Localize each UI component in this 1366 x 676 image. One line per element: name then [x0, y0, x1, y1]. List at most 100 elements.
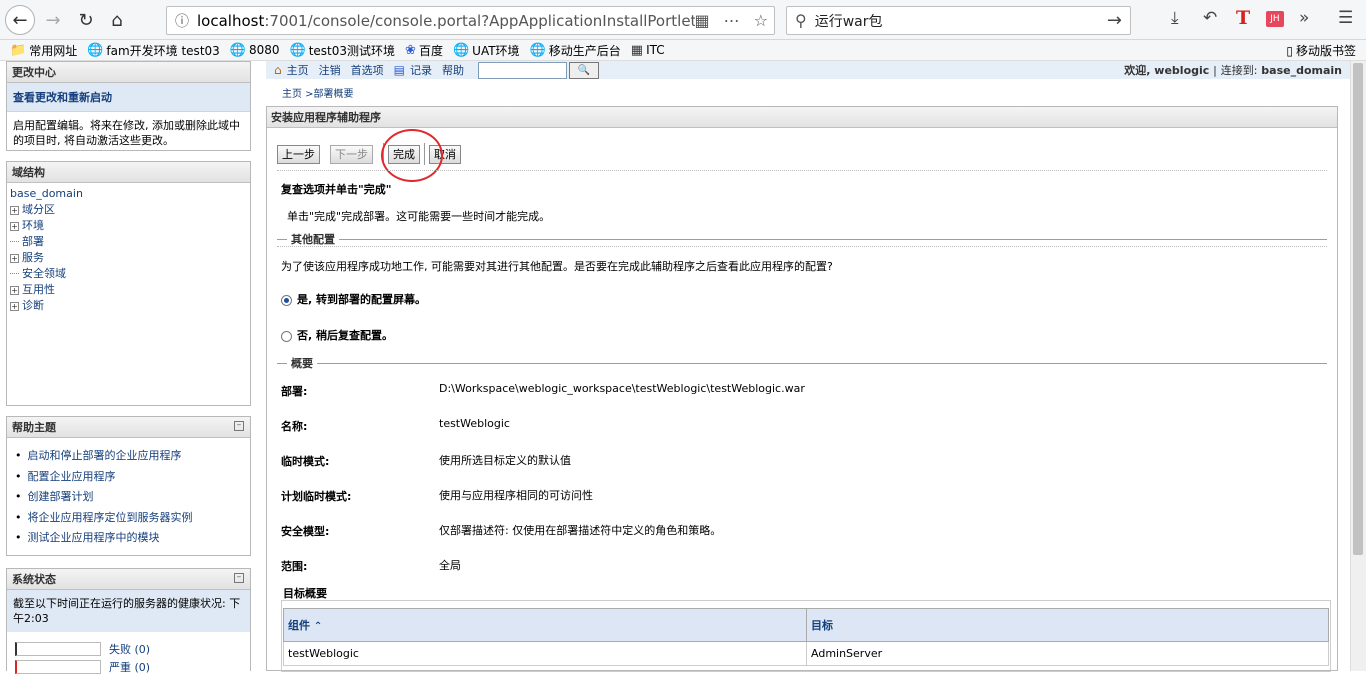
minimize-icon[interactable]: – — [234, 421, 244, 431]
mobile-bookmarks[interactable]: ▯ 移动版书签 — [1286, 42, 1356, 59]
console-search-button[interactable]: 🔍 — [568, 61, 599, 79]
next-button[interactable]: 下一步 — [330, 144, 373, 164]
summary-value: 使用与应用程序相同的可访问性 — [439, 489, 593, 502]
tree-node[interactable]: + 互用性 — [10, 282, 247, 298]
other-config-section: 其他配置 — [277, 231, 1327, 247]
qr-icon[interactable]: ▦ — [695, 11, 710, 30]
tree-node[interactable]: + 诊断 — [10, 298, 247, 314]
summary-title: 概要 — [291, 357, 313, 370]
help-link[interactable]: 启动和停止部署的企业应用程序 — [15, 446, 246, 467]
t-icon[interactable]: T — [1236, 7, 1250, 29]
summary-value: 仅部署描述符: 仅使用在部署描述符中定义的角色和策略。 — [439, 524, 722, 537]
expand-icon[interactable]: + — [10, 205, 19, 215]
tree-node[interactable]: 部署 — [10, 234, 247, 250]
bookmark-item[interactable]: 🌐 fam开发环境 test03 — [87, 42, 220, 59]
system-status-title: 系统状态 — [12, 573, 56, 586]
expand-icon[interactable]: + — [10, 301, 19, 311]
radio-yes-option[interactable]: 是, 转到部署的配置屏幕。 — [281, 291, 426, 307]
nav-home[interactable]: 主页 — [287, 62, 309, 78]
dotted-divider — [277, 246, 1327, 247]
bookmark-item[interactable]: 📁 常用网址 — [10, 42, 77, 59]
arrow-right-icon[interactable]: → — [1107, 10, 1122, 31]
nav-record[interactable]: 记录 — [410, 62, 432, 78]
breadcrumb[interactable]: 主页 >部署概要 — [282, 85, 354, 100]
home-icon: ⌂ — [274, 63, 282, 77]
help-link[interactable]: 配置企业应用程序 — [15, 467, 246, 488]
bookmark-item[interactable]: 🌐 移动生产后台 — [530, 42, 621, 59]
paw-icon: ❀ — [405, 42, 416, 58]
summary-label: 临时模式: — [281, 455, 330, 468]
console-search-input[interactable] — [477, 61, 567, 79]
forward-icon[interactable]: → — [38, 5, 68, 35]
summary-label: 范围: — [281, 560, 308, 573]
vertical-scrollbar[interactable] — [1350, 61, 1366, 671]
help-link[interactable]: 将企业应用程序定位到服务器实例 — [15, 508, 246, 529]
more-icon[interactable]: ⋯ — [724, 11, 740, 30]
review-subtext: 单击"完成"完成部署。这可能需要一些时间才能完成。 — [287, 210, 551, 223]
url-path: :7001/console/console.portal?AppApplicat… — [264, 11, 714, 30]
table-cell: testWeblogic — [283, 641, 807, 666]
change-center-panel: 更改中心 查看更改和重新启动 启用配置编辑。将来在修改, 添加或删除此域中的项目… — [6, 61, 251, 151]
summary-value: testWeblogic — [439, 417, 510, 430]
bookmark-item[interactable]: 🌐 UAT环境 — [453, 42, 520, 59]
radio-yes[interactable] — [281, 294, 292, 306]
health-link[interactable]: 失败 (0) — [109, 641, 150, 657]
scroll-thumb[interactable] — [1353, 63, 1363, 555]
info-icon[interactable]: ⓘ — [175, 11, 189, 31]
star-icon[interactable]: ☆ — [754, 11, 768, 30]
download-icon[interactable]: ⤓ — [1171, 8, 1179, 28]
tree-node[interactable]: + 域分区 — [10, 202, 247, 218]
record-icon: ▤ — [393, 63, 405, 77]
bookmark-item[interactable]: ▦ ITC — [631, 43, 665, 58]
help-link[interactable]: 测试企业应用程序中的模块 — [15, 528, 246, 549]
summary-label: 安全模型: — [281, 525, 330, 538]
home-icon[interactable]: ⌂ — [102, 5, 132, 35]
system-status-text: 截至以下时间正在运行的服务器的健康状况: 下午2:03 — [7, 590, 250, 632]
bookmark-item[interactable]: ❀ 百度 — [405, 42, 443, 59]
expand-icon[interactable]: + — [10, 285, 19, 295]
tree-node[interactable]: + 环境 — [10, 218, 247, 234]
wizard-title: 安装应用程序辅助程序 — [267, 107, 1337, 128]
undo-icon[interactable]: ↶ — [1203, 8, 1217, 28]
radio-no-option[interactable]: 否, 稍后复查配置。 — [281, 327, 393, 343]
expand-icon[interactable]: + — [10, 221, 19, 231]
jh-icon[interactable]: JH — [1266, 11, 1284, 27]
help-topics-title: 帮助主题 — [12, 421, 56, 434]
install-wizard-panel: 安装应用程序辅助程序 上一步 下一步 完成 取消 复查选项并单击"完成" 单击"… — [266, 106, 1338, 672]
summary-value: 全局 — [439, 559, 461, 572]
reload-icon[interactable]: ↻ — [71, 5, 101, 35]
tree-node[interactable]: + 服务 — [10, 250, 247, 266]
bookmark-item[interactable]: 🌐 test03测试环境 — [290, 42, 396, 59]
minimize-icon[interactable]: – — [234, 573, 244, 583]
tree-root-base-domain[interactable]: base_domain — [10, 186, 247, 202]
radio-no[interactable] — [281, 330, 292, 342]
back-button[interactable]: 上一步 — [277, 144, 320, 164]
menu-icon[interactable]: ☰ — [1338, 8, 1353, 28]
health-link[interactable]: 严重 (0) — [109, 659, 150, 675]
highlight-circle — [381, 129, 443, 182]
bookmark-item[interactable]: 🌐 8080 — [230, 43, 280, 58]
chevrons-icon[interactable]: » — [1299, 8, 1309, 28]
view-changes-link[interactable]: 查看更改和重新启动 — [7, 83, 250, 112]
help-link[interactable]: 创建部署计划 — [15, 487, 246, 508]
url-bar[interactable]: ⓘ localhost:7001/console/console.portal?… — [166, 6, 775, 35]
back-icon[interactable]: ← — [5, 5, 35, 35]
dotted-divider — [277, 170, 1327, 171]
search-value: 运行war包 — [814, 13, 883, 30]
sort-icon[interactable]: ⌃ — [314, 621, 322, 632]
nav-preferences[interactable]: 首选项 — [351, 62, 384, 78]
table-header-row: 组件 ⌃ 目标 — [283, 608, 1329, 642]
search-icon: ⚲ — [795, 11, 807, 30]
nav-logout[interactable]: 注销 — [319, 62, 341, 78]
help-topics-list: 启动和停止部署的企业应用程序 配置企业应用程序 创建部署计划 将企业应用程序定位… — [7, 438, 250, 551]
column-header-component[interactable]: 组件 ⌃ — [283, 608, 807, 642]
health-row-failed: 失败 (0) — [15, 640, 250, 658]
nav-help[interactable]: 帮助 — [442, 62, 464, 78]
tree-node[interactable]: 安全领域 — [10, 266, 247, 282]
expand-icon[interactable]: + — [10, 253, 19, 263]
search-input[interactable]: ⚲ 运行war包 → — [786, 6, 1131, 35]
column-header-target[interactable]: 目标 — [806, 608, 1329, 642]
health-bar — [15, 660, 101, 674]
review-heading: 复查选项并单击"完成" — [281, 183, 392, 196]
other-config-title: 其他配置 — [291, 233, 335, 246]
